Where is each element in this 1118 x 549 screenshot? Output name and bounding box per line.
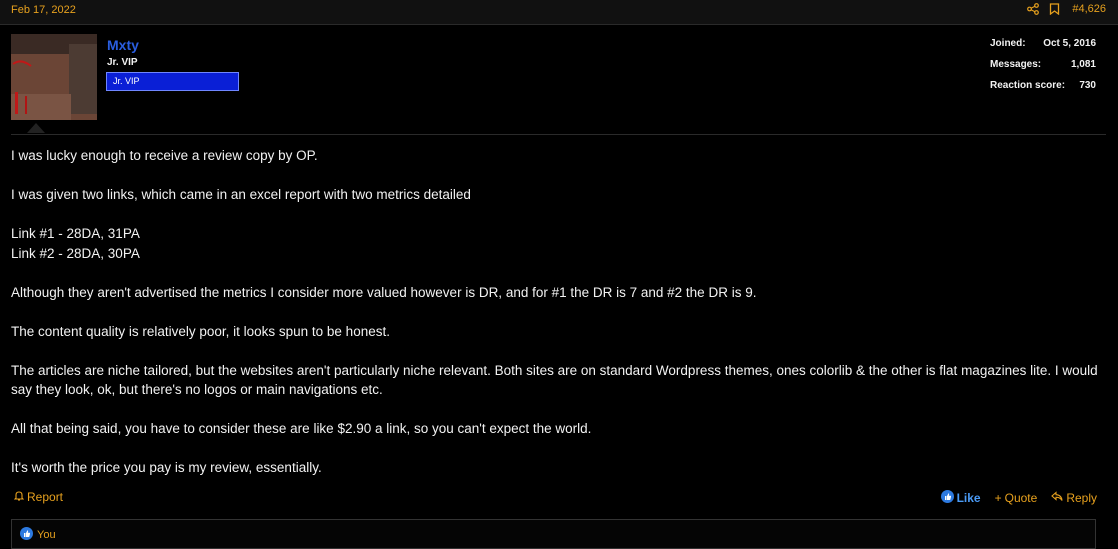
report-label: Report: [27, 490, 64, 504]
like-reaction-icon: [20, 527, 33, 543]
plus-icon: +: [994, 491, 1002, 505]
post-header: Feb 17, 2022 #4,626: [0, 0, 1118, 25]
quote-button[interactable]: + Quote: [995, 491, 1038, 505]
post-date[interactable]: Feb 17, 2022: [11, 4, 76, 16]
like-label: Like: [956, 491, 981, 505]
quote-label: Quote: [1004, 491, 1038, 505]
post-paragraph: Link #1 - 28DA, 31PA Link #2 - 28DA, 30P…: [11, 224, 1101, 263]
reply-arrow-icon: [1051, 491, 1063, 505]
username-link[interactable]: Mxty: [107, 37, 139, 53]
stat-joined: Joined: Oct 5, 2016: [990, 38, 1096, 59]
avatar[interactable]: [11, 34, 97, 120]
bell-icon: [13, 490, 25, 504]
stat-reaction-score: Reaction score: 730: [990, 80, 1096, 101]
post-header-tools: #4,626: [1027, 3, 1106, 15]
post-paragraph: The content quality is relatively poor, …: [11, 323, 390, 339]
post-paragraph: Although they aren't advertised the metr…: [11, 284, 757, 300]
stat-label: Messages:: [990, 59, 1042, 70]
post-paragraph: I was given two links, which came in an …: [11, 187, 471, 202]
stat-value: 730: [1079, 80, 1096, 91]
stat-label: Joined:: [990, 38, 1026, 49]
post-actions: Like + Quote Reply: [940, 490, 1097, 506]
post-number-link[interactable]: #4,626: [1072, 3, 1106, 15]
post-paragraph: All that being said, you have to conside…: [11, 421, 592, 436]
user-title: Jr. VIP: [107, 57, 138, 68]
reactions-text[interactable]: You: [37, 529, 56, 541]
post-paragraph: It's worth the price you pay is my revie…: [11, 460, 322, 475]
reply-button[interactable]: Reply: [1051, 491, 1097, 505]
share-icon[interactable]: [1027, 3, 1040, 15]
like-button[interactable]: Like: [940, 490, 981, 506]
thumbs-up-icon: [940, 490, 954, 506]
reactions-summary: You: [20, 527, 56, 543]
stat-label: Reaction score:: [990, 80, 1066, 91]
stat-value: Oct 5, 2016: [1043, 38, 1096, 49]
stat-messages: Messages: 1,081: [990, 59, 1096, 80]
reply-label: Reply: [1066, 491, 1097, 505]
post-body: I was lucky enough to receive a review c…: [11, 146, 1101, 497]
reactions-bar[interactable]: You: [11, 519, 1096, 549]
user-banner: Jr. VIP: [106, 72, 239, 91]
link-line-1: Link #1 - 28DA, 31PA: [11, 226, 140, 241]
stat-value: 1,081: [1070, 59, 1096, 70]
user-stats: Joined: Oct 5, 2016 Messages: 1,081 Reac…: [990, 38, 1096, 101]
post-paragraph: I was lucky enough to receive a review c…: [11, 148, 318, 163]
divider: [11, 134, 1106, 135]
link-line-2: Link #2 - 28DA, 30PA: [11, 245, 140, 261]
report-button[interactable]: Report: [13, 490, 64, 504]
bookmark-icon[interactable]: [1049, 3, 1060, 15]
avatar-pointer: [27, 123, 45, 133]
post-paragraph: The articles are niche tailored, but the…: [11, 362, 1098, 398]
